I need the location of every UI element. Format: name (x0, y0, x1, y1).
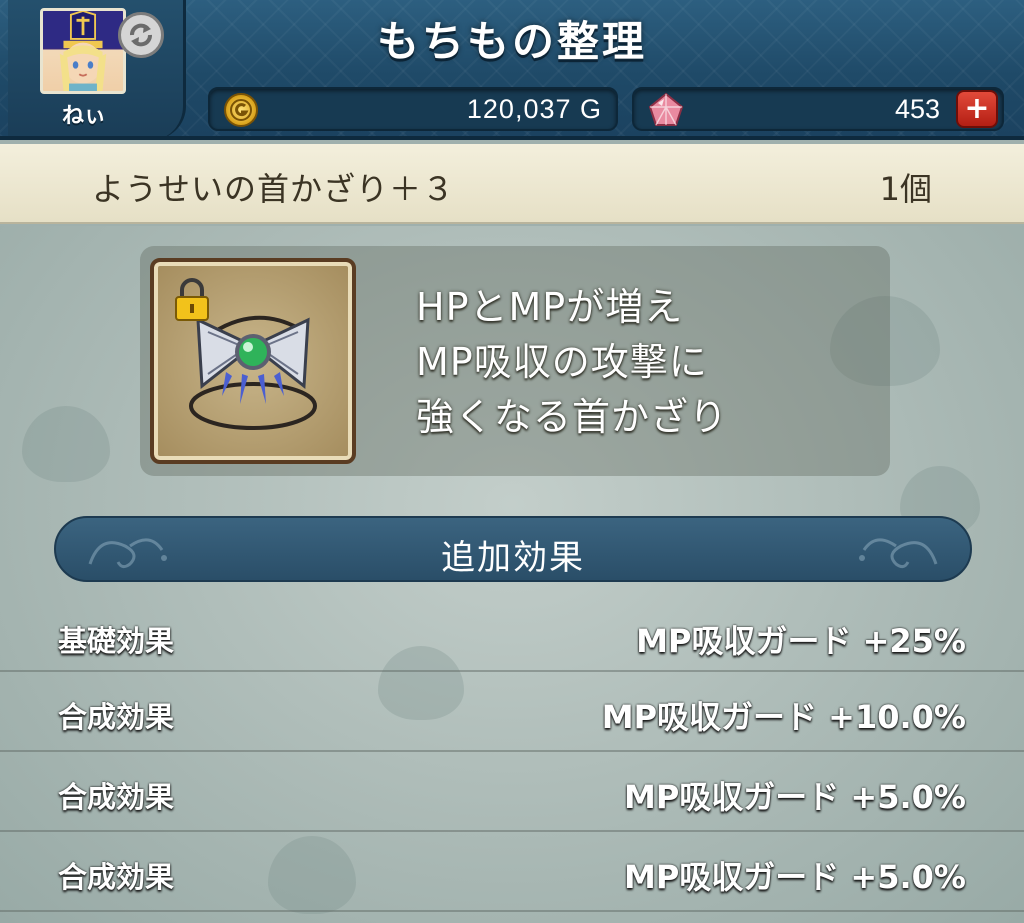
item-count: 1個 (879, 170, 932, 208)
effects-list: 基礎効果 MP吸収ガード +25% 合成効果 MP吸収ガード +10.0% 合成… (0, 596, 1024, 912)
player-name: ねぃ (61, 104, 106, 129)
effect-value: MP吸収ガード +5.0% (623, 858, 966, 896)
gem-display: 453 + (632, 87, 1004, 131)
gold-display: 120,037 G (208, 87, 618, 131)
effect-value: MP吸収ガード +25% (636, 622, 966, 660)
description-line: MP吸収の攻撃に (416, 340, 708, 384)
page-title: もちもの整理 (376, 17, 647, 66)
effect-row: 合成効果 MP吸収ガード +10.0% (0, 672, 1024, 752)
swirl-ornament-icon (859, 538, 938, 569)
top-header: ねぃ もちもの整理 120,037 G 453 + (0, 0, 1024, 140)
description-line: HPとMPが増え (416, 285, 684, 329)
effect-row: 基礎効果 MP吸収ガード +25% (0, 596, 1024, 672)
item-description: HPとMPが増え MP吸収の攻撃に 強くなる首かざり (416, 280, 728, 445)
background-slime-icon (22, 406, 110, 482)
item-icon-frame[interactable] (150, 258, 356, 464)
effect-label: 基礎効果 (58, 624, 175, 658)
effects-title: 追加効果 (441, 538, 585, 578)
effect-label: 合成効果 (58, 700, 175, 734)
gem-amount: 453 (894, 94, 940, 124)
gem-icon (648, 92, 684, 126)
effect-row: 合成効果 MP吸収ガード +5.0% (0, 832, 1024, 912)
gold-coin-icon (224, 93, 258, 127)
effect-label: 合成効果 (58, 780, 175, 814)
effects-section-header: 追加効果 (54, 516, 972, 582)
item-description-panel: HPとMPが増え MP吸収の攻撃に 強くなる首かざり (140, 246, 890, 476)
description-line: 強くなる首かざり (416, 395, 729, 439)
effect-label: 合成効果 (58, 860, 175, 894)
item-name: ようせいの首かざり＋３ (92, 170, 456, 208)
effect-value: MP吸収ガード +5.0% (623, 778, 966, 816)
effect-row: 合成効果 MP吸収ガード +5.0% (0, 752, 1024, 832)
effect-value: MP吸収ガード +10.0% (601, 698, 966, 736)
add-gems-button[interactable]: + (956, 90, 998, 128)
item-name-bar: ようせいの首かざり＋３ 1個 (0, 144, 1024, 224)
lock-icon (175, 278, 209, 321)
gold-amount: 120,037 G (466, 94, 602, 124)
